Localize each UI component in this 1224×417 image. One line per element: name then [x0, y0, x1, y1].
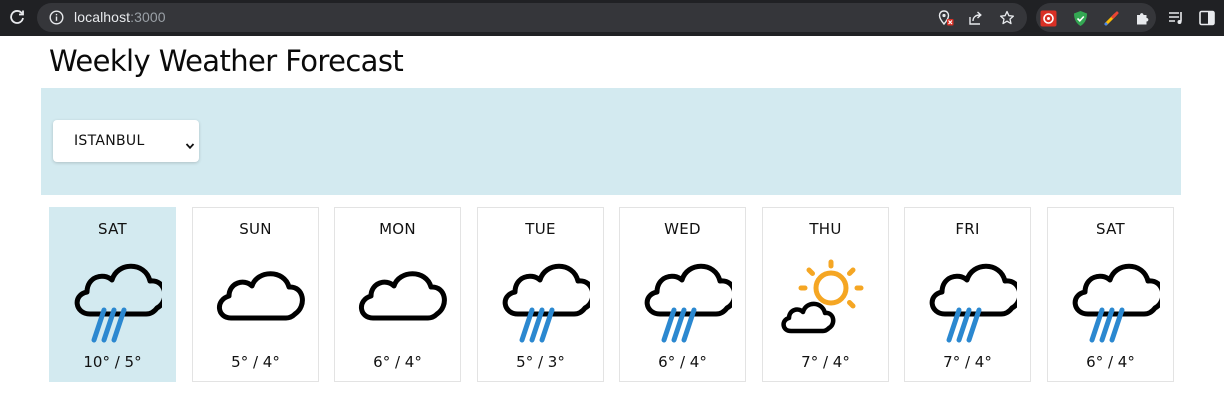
- rain-cloud-icon: [1064, 248, 1166, 344]
- browser-toolbar: localhost:3000: [0, 0, 1224, 36]
- shield-extension-icon[interactable]: [1072, 10, 1089, 27]
- forecast-day: SAT: [98, 220, 127, 238]
- location-blocked-icon[interactable]: [938, 10, 954, 26]
- forecast-card[interactable]: MON 6° / 4°: [334, 207, 461, 382]
- forecast-card[interactable]: SUN 5° / 4°: [192, 207, 319, 382]
- forecast-temp: 5° / 3°: [516, 353, 565, 371]
- forecast-day: SAT: [1096, 220, 1125, 238]
- rain-cloud-icon: [494, 248, 596, 344]
- cloud-icon: [351, 248, 447, 344]
- page-title: Weekly Weather Forecast: [49, 44, 404, 78]
- forecast-list: SAT 10° / 5° SUN 5° / 4° MON 6° / 4° TUE…: [49, 207, 1174, 382]
- red-extension-icon[interactable]: [1040, 10, 1057, 27]
- forecast-day: TUE: [525, 220, 556, 238]
- color-picker-extension-icon[interactable]: [1103, 10, 1120, 27]
- url-host: localhost: [74, 9, 131, 25]
- info-icon[interactable]: [49, 10, 64, 25]
- puzzle-icon[interactable]: [1134, 10, 1151, 27]
- forecast-card[interactable]: FRI 7° / 4°: [904, 207, 1031, 382]
- forecast-temp: 7° / 4°: [943, 353, 992, 371]
- forecast-card[interactable]: TUE 5° / 3°: [477, 207, 604, 382]
- forecast-day: SUN: [239, 220, 272, 238]
- url-text[interactable]: localhost:3000: [74, 9, 166, 25]
- side-panel-icon[interactable]: [1198, 9, 1216, 27]
- city-banner: ISTANBUL: [41, 88, 1181, 195]
- reading-list-icon[interactable]: [1167, 9, 1185, 27]
- forecast-card[interactable]: THU 7° / 4°: [762, 207, 889, 382]
- share-icon[interactable]: [968, 10, 984, 26]
- address-bar[interactable]: localhost:3000: [37, 3, 1027, 32]
- city-select-value: ISTANBUL: [74, 133, 145, 149]
- forecast-day: THU: [809, 220, 842, 238]
- chevron-down-icon: [185, 136, 195, 150]
- forecast-temp: 6° / 4°: [373, 353, 422, 371]
- extensions-area: [1036, 3, 1156, 32]
- forecast-temp: 7° / 4°: [801, 353, 850, 371]
- cloud-icon: [209, 248, 305, 344]
- forecast-card[interactable]: SAT 6° / 4°: [1047, 207, 1174, 382]
- reload-icon[interactable]: [6, 7, 28, 29]
- forecast-temp: 10° / 5°: [83, 353, 142, 371]
- forecast-day: MON: [379, 220, 416, 238]
- forecast-day: WED: [664, 220, 701, 238]
- city-select[interactable]: ISTANBUL: [53, 120, 199, 162]
- forecast-temp: 6° / 4°: [1086, 353, 1135, 371]
- rain-cloud-icon: [66, 248, 168, 344]
- forecast-temp: 5° / 4°: [231, 353, 280, 371]
- forecast-day: FRI: [955, 220, 980, 238]
- rain-cloud-icon: [921, 248, 1023, 344]
- url-port: :3000: [130, 9, 166, 25]
- partly-sunny-icon: [779, 248, 875, 344]
- rain-cloud-icon: [636, 248, 738, 344]
- forecast-temp: 6° / 4°: [658, 353, 707, 371]
- bookmark-star-icon[interactable]: [999, 10, 1015, 26]
- forecast-card[interactable]: WED 6° / 4°: [619, 207, 746, 382]
- forecast-card[interactable]: SAT 10° / 5°: [49, 207, 176, 382]
